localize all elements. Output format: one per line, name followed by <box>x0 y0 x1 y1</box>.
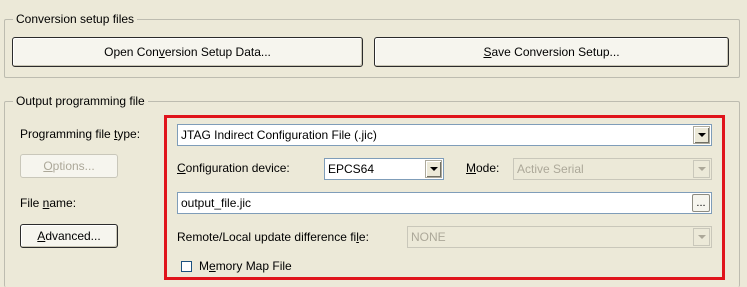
open-conversion-setup-button[interactable]: Open Con v ersion Setup Data... <box>12 37 363 67</box>
save-conversion-setup-button[interactable]: Save Conversion Setup... <box>374 37 729 67</box>
conversion-setup-title: Conversion setup files <box>13 12 138 26</box>
programming-file-type-label: Programming file type: <box>20 127 141 141</box>
file-name-label: File name: <box>20 196 77 210</box>
output-programming-title: Output programming file <box>13 94 148 108</box>
advanced-button[interactable]: Advanced... <box>20 224 118 248</box>
highlight-box <box>164 115 725 280</box>
options-button[interactable]: Options... <box>20 154 118 178</box>
